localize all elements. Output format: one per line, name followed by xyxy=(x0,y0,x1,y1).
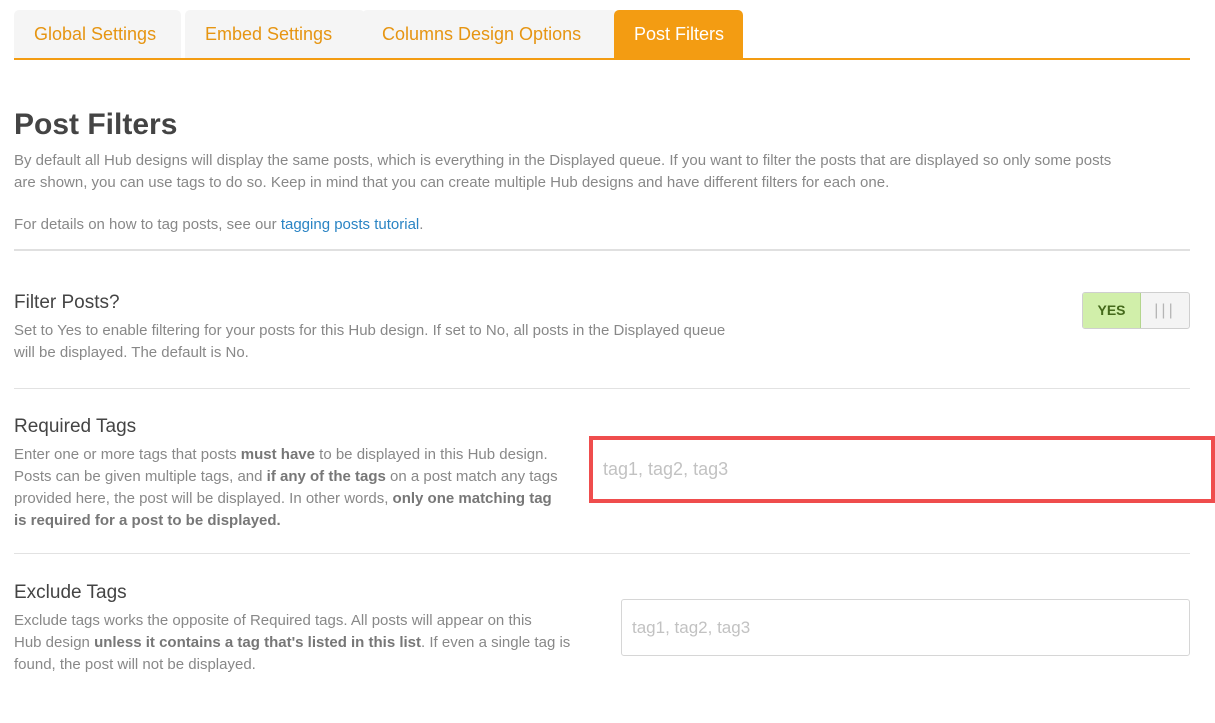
tab-embed-settings[interactable]: Embed Settings xyxy=(185,10,365,58)
tagging-posts-tutorial-link[interactable]: tagging posts tutorial xyxy=(281,216,419,233)
description-line: Enter one or more tags that posts must h… xyxy=(14,446,548,463)
settings-tab-bar: Global Settings Embed Settings Columns D… xyxy=(14,10,1190,60)
exclude-tags-input[interactable] xyxy=(621,599,1190,656)
intro-line: are shown, you can use tags to do so. Ke… xyxy=(14,174,890,191)
description-line: is required for a post to be displayed. xyxy=(14,512,281,529)
intro-text: By default all Hub designs will display … xyxy=(14,150,1111,194)
details-text: For details on how to tag posts, see our… xyxy=(14,214,423,236)
toggle-grip-icon[interactable]: ||| xyxy=(1141,293,1189,328)
required-tags-input[interactable] xyxy=(589,436,1215,503)
description-line: Set to Yes to enable filtering for your … xyxy=(14,322,726,339)
exclude-tags-label: Exclude Tags xyxy=(14,582,127,603)
description-line: Hub design unless it contains a tag that… xyxy=(14,634,571,651)
description-line: Exclude tags works the opposite of Requi… xyxy=(14,612,532,629)
description-line: provided here, the post will be displaye… xyxy=(14,490,552,507)
description-line: found, the post will not be displayed. xyxy=(14,656,256,673)
page-title: Post Filters xyxy=(14,108,178,141)
description-line: will be displayed. The default is No. xyxy=(14,344,249,361)
required-tags-description: Enter one or more tags that posts must h… xyxy=(14,444,558,532)
divider xyxy=(14,249,1190,251)
tab-global-settings[interactable]: Global Settings xyxy=(14,10,181,58)
required-tags-label: Required Tags xyxy=(14,416,137,437)
tab-columns-design-options[interactable]: Columns Design Options xyxy=(362,10,617,58)
divider xyxy=(14,553,1190,554)
details-prefix: For details on how to tag posts, see our xyxy=(14,216,281,233)
description-line: Posts can be given multiple tags, and if… xyxy=(14,468,558,485)
toggle-yes-label: YES xyxy=(1083,293,1141,328)
tab-post-filters[interactable]: Post Filters xyxy=(614,10,743,58)
filter-posts-label: Filter Posts? xyxy=(14,292,120,313)
filter-posts-toggle[interactable]: YES ||| xyxy=(1082,292,1190,329)
divider xyxy=(14,388,1190,389)
filter-posts-description: Set to Yes to enable filtering for your … xyxy=(14,320,725,364)
details-suffix: . xyxy=(419,216,424,233)
exclude-tags-description: Exclude tags works the opposite of Requi… xyxy=(14,610,570,676)
intro-line: By default all Hub designs will display … xyxy=(14,152,1112,169)
